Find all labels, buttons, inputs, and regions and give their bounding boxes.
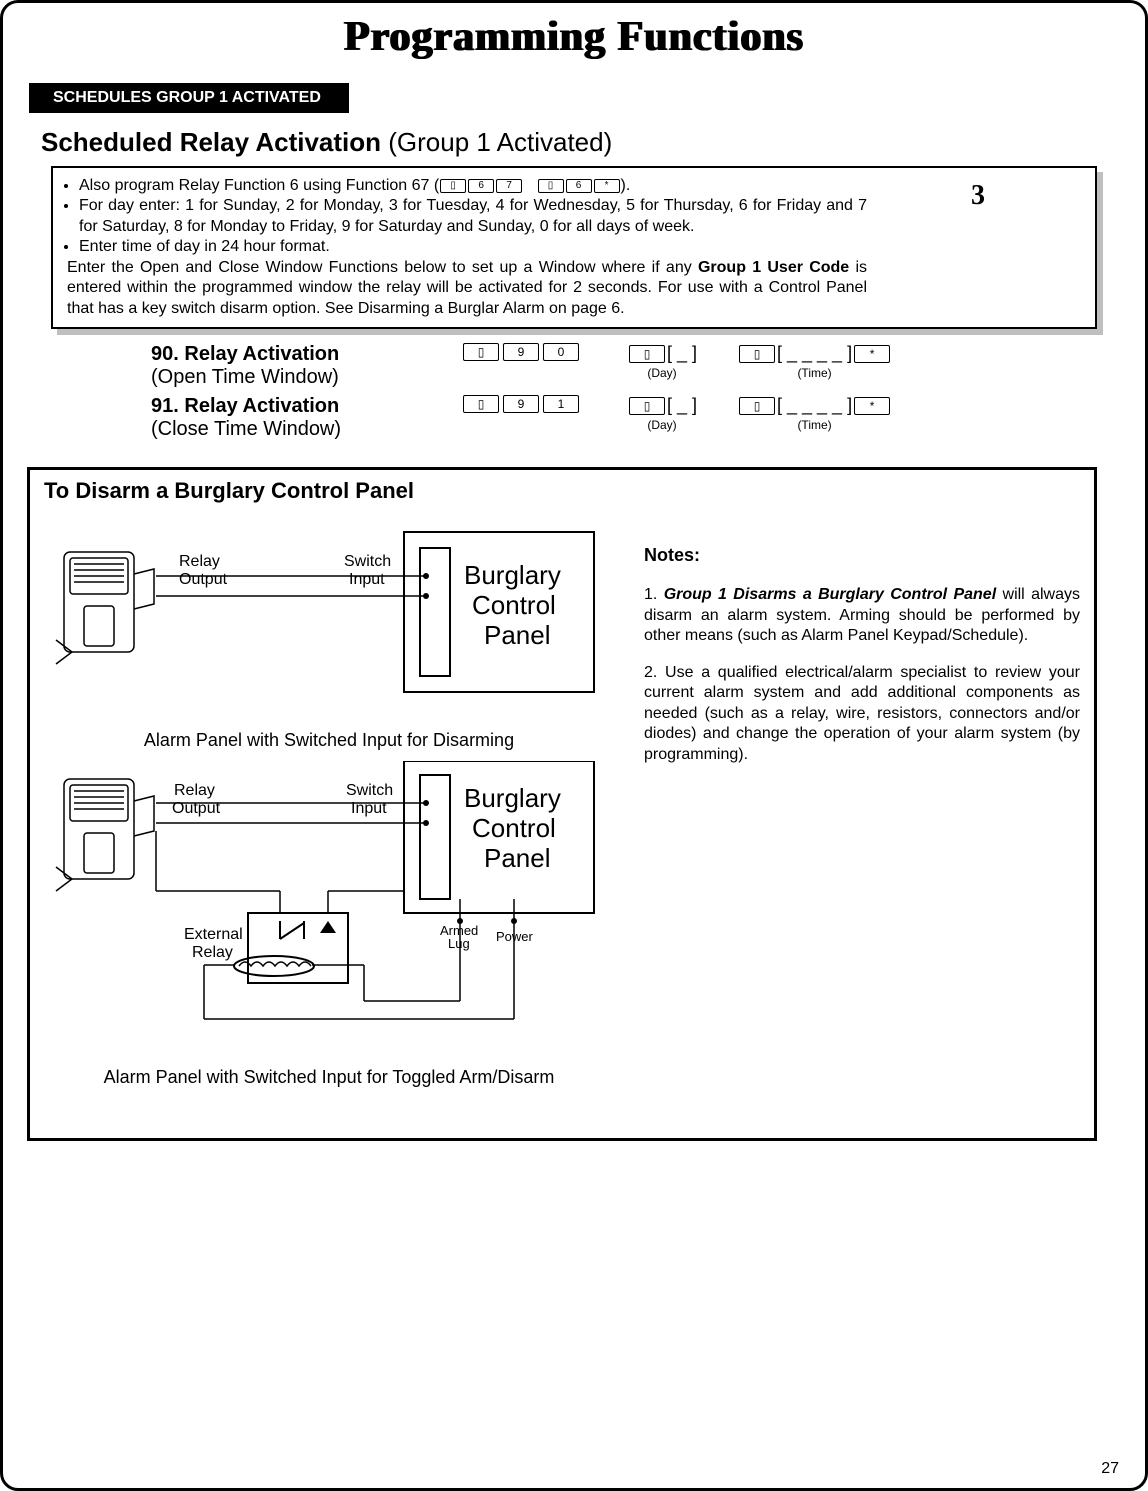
fn91-sub: (Close Time Window) bbox=[151, 418, 341, 440]
key: * bbox=[854, 397, 890, 415]
svg-text:Control: Control bbox=[472, 590, 556, 620]
key: ▯ bbox=[739, 345, 775, 363]
time-caption: (Time) bbox=[797, 418, 831, 432]
fn91-code-keys: ▯ 9 1 bbox=[461, 395, 581, 413]
key: 0 bbox=[543, 343, 579, 361]
key: ▯ bbox=[739, 397, 775, 415]
fn90-code-keys: ▯ 9 0 bbox=[461, 343, 581, 361]
svg-text:Output: Output bbox=[179, 571, 228, 588]
svg-text:Input: Input bbox=[349, 571, 385, 588]
day-caption: (Day) bbox=[647, 366, 676, 380]
key: ▯ bbox=[629, 345, 665, 363]
svg-text:Output: Output bbox=[172, 800, 221, 817]
info-b1-post: ). bbox=[621, 177, 631, 194]
fn90-time-field: ▯ [ _ _ _ _ ] * (Time) bbox=[737, 343, 892, 380]
info-bullet-3: Enter time of day in 24 hour format. bbox=[79, 237, 867, 257]
note1-pre: 1. bbox=[644, 586, 664, 603]
notes-heading: Notes: bbox=[644, 544, 1080, 567]
diagram-2-caption: Alarm Panel with Switched Input for Togg… bbox=[44, 1067, 614, 1088]
svg-text:Burglary: Burglary bbox=[464, 560, 561, 590]
key-inline: 7 bbox=[496, 179, 522, 193]
disarm-panel: To Disarm a Burglary Control Panel bbox=[27, 467, 1097, 1141]
function-row-90: 90. Relay Activation (Open Time Window) … bbox=[151, 343, 1127, 389]
fn90-name: Relay Activation bbox=[184, 343, 339, 365]
day-slot: [ _ ] bbox=[667, 343, 697, 364]
section-heading-rest: (Group 1 Activated) bbox=[381, 127, 612, 157]
key: 9 bbox=[503, 395, 539, 413]
svg-text:Control: Control bbox=[472, 813, 556, 843]
key: ▯ bbox=[463, 343, 499, 361]
info-tail-1: Enter the Open and Close Window Function… bbox=[67, 259, 698, 276]
svg-text:Input: Input bbox=[351, 800, 387, 817]
diagram-1: Relay Output Switch Input Burglary Contr… bbox=[44, 514, 614, 751]
key-inline: 6 bbox=[566, 179, 592, 193]
fn91-time-field: ▯ [ _ _ _ _ ] * (Time) bbox=[737, 395, 892, 432]
info-box: Also program Relay Function 6 using Func… bbox=[51, 166, 1097, 329]
info-bullet-2: For day enter: 1 for Sunday, 2 for Monda… bbox=[79, 196, 867, 237]
function-row-91: 91. Relay Activation (Close Time Window)… bbox=[151, 395, 1127, 441]
key-inline: ▯ bbox=[538, 179, 564, 193]
fn90-sub: (Open Time Window) bbox=[151, 366, 339, 388]
svg-text:Switch: Switch bbox=[346, 782, 393, 799]
section-tab: SCHEDULES GROUP 1 ACTIVATED bbox=[29, 83, 349, 113]
diagram-2-svg: Relay Output Switch Input Burglary Contr… bbox=[44, 761, 604, 1061]
page-title: Programming Functions bbox=[21, 13, 1127, 61]
key-inline: * bbox=[594, 179, 620, 193]
key: * bbox=[854, 345, 890, 363]
svg-text:Panel: Panel bbox=[484, 620, 551, 650]
diagram-2: Relay Output Switch Input Burglary Contr… bbox=[44, 761, 614, 1088]
fn91-day-field: ▯ [ _ ] (Day) bbox=[627, 395, 697, 432]
fn91-num: 91. bbox=[151, 395, 179, 417]
fn90-num: 90. bbox=[151, 343, 179, 365]
info-b1-pre: Also program Relay Function 6 using Func… bbox=[79, 177, 439, 194]
page-number: 27 bbox=[1101, 1460, 1119, 1478]
diagram-1-caption: Alarm Panel with Switched Input for Disa… bbox=[44, 730, 614, 751]
section-heading: Scheduled Relay Activation (Group 1 Acti… bbox=[41, 127, 1127, 158]
time-caption: (Time) bbox=[797, 366, 831, 380]
info-bullet-1: Also program Relay Function 6 using Func… bbox=[79, 176, 867, 196]
key: ▯ bbox=[629, 397, 665, 415]
section-heading-bold: Scheduled Relay Activation bbox=[41, 127, 381, 157]
svg-text:External: External bbox=[184, 926, 243, 943]
info-tail-bold: Group 1 User Code bbox=[698, 259, 849, 276]
svg-text:Lug: Lug bbox=[448, 936, 470, 951]
notes: Notes: 1. Group 1 Disarms a Burglary Con… bbox=[644, 514, 1080, 1098]
diagram-1-svg: Relay Output Switch Input Burglary Contr… bbox=[44, 514, 604, 724]
key-inline: 6 bbox=[468, 179, 494, 193]
note2: 2. Use a qualified electrical/alarm spec… bbox=[644, 663, 1080, 765]
svg-text:Panel: Panel bbox=[484, 843, 551, 873]
svg-text:Power: Power bbox=[496, 929, 534, 944]
svg-text:Burglary: Burglary bbox=[464, 783, 561, 813]
fn91-name: Relay Activation bbox=[184, 395, 339, 417]
day-slot: [ _ ] bbox=[667, 395, 697, 416]
key: 1 bbox=[543, 395, 579, 413]
time-slot: [ _ _ _ _ ] bbox=[777, 343, 852, 364]
svg-text:Relay: Relay bbox=[192, 944, 233, 961]
svg-text:Switch: Switch bbox=[344, 553, 391, 570]
key: ▯ bbox=[463, 395, 499, 413]
svg-text:Relay: Relay bbox=[174, 782, 215, 799]
svg-text:Relay: Relay bbox=[179, 553, 220, 570]
day-caption: (Day) bbox=[647, 418, 676, 432]
fn90-day-field: ▯ [ _ ] (Day) bbox=[627, 343, 697, 380]
disarm-title: To Disarm a Burglary Control Panel bbox=[44, 478, 1080, 504]
time-slot: [ _ _ _ _ ] bbox=[777, 395, 852, 416]
level-badge: 3 bbox=[971, 178, 993, 206]
note1-bold: Group 1 Disarms a Burglary Control Panel bbox=[664, 586, 996, 603]
key: 9 bbox=[503, 343, 539, 361]
key-inline: ▯ bbox=[440, 179, 466, 193]
